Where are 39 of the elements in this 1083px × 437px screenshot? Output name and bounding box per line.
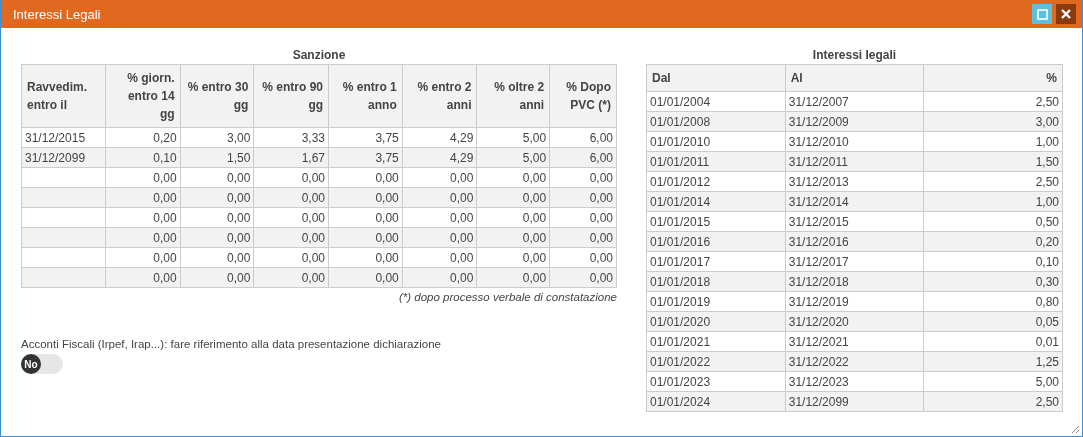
column-header: Al <box>785 64 924 92</box>
table-cell: 01/01/2014 <box>646 191 786 212</box>
table-cell: 01/01/2011 <box>646 151 786 172</box>
table-cell: 01/01/2020 <box>646 311 786 332</box>
column-header: % entro 90 gg <box>253 64 329 128</box>
column-header: % entro 30 gg <box>180 64 254 128</box>
table-cell: 01/01/2012 <box>646 171 786 192</box>
table-cell: 01/01/2018 <box>646 271 786 292</box>
table-cell: 01/01/2010 <box>646 131 786 152</box>
table-cell: 31/12/2015 <box>21 127 106 148</box>
column-header: % <box>923 64 1063 92</box>
table-cell: 01/01/2015 <box>646 211 786 232</box>
column-header: % oltre 2 anni <box>476 64 550 128</box>
toggle-switch[interactable]: No <box>21 354 63 374</box>
table-cell: 31/12/2099 <box>21 147 106 168</box>
table-cell: 01/01/2016 <box>646 231 786 252</box>
table-cell: 01/01/2008 <box>646 111 786 132</box>
table-cell: 01/01/2019 <box>646 291 786 312</box>
table-cell: 01/01/2017 <box>646 251 786 272</box>
column-header: Ravvedim. entro il <box>21 64 106 128</box>
table-cell: 01/01/2023 <box>646 371 786 392</box>
column-header: % Dopo PVC (*) <box>549 64 617 128</box>
table-cell: 01/01/2004 <box>646 91 786 112</box>
close-button[interactable] <box>1056 4 1076 24</box>
close-icon <box>1061 9 1071 19</box>
window-title: Interessi Legali <box>13 6 102 22</box>
square-icon <box>1036 8 1048 20</box>
toggle-label: Acconti Fiscali (Irpef, Irap...): fare riferimento alla data presentazione dichiarazione <box>21 338 442 350</box>
table-title: Interessi legali <box>811 48 898 62</box>
column-header: % giorn. entro 14 gg <box>105 64 181 128</box>
table-title: Sanzione <box>291 48 347 62</box>
table-cell: 01/01/2022 <box>646 351 786 372</box>
column-header: % entro 2 anni <box>402 64 477 128</box>
table-cell: 01/01/2024 <box>646 391 786 412</box>
resize-grip-icon[interactable] <box>1071 425 1080 434</box>
footnote: (*) dopo processo verbale di constatazione <box>398 291 617 303</box>
column-header: Dal <box>646 64 786 92</box>
column-header: % entro 1 anno <box>328 64 403 128</box>
table-cell: 01/01/2021 <box>646 331 786 352</box>
